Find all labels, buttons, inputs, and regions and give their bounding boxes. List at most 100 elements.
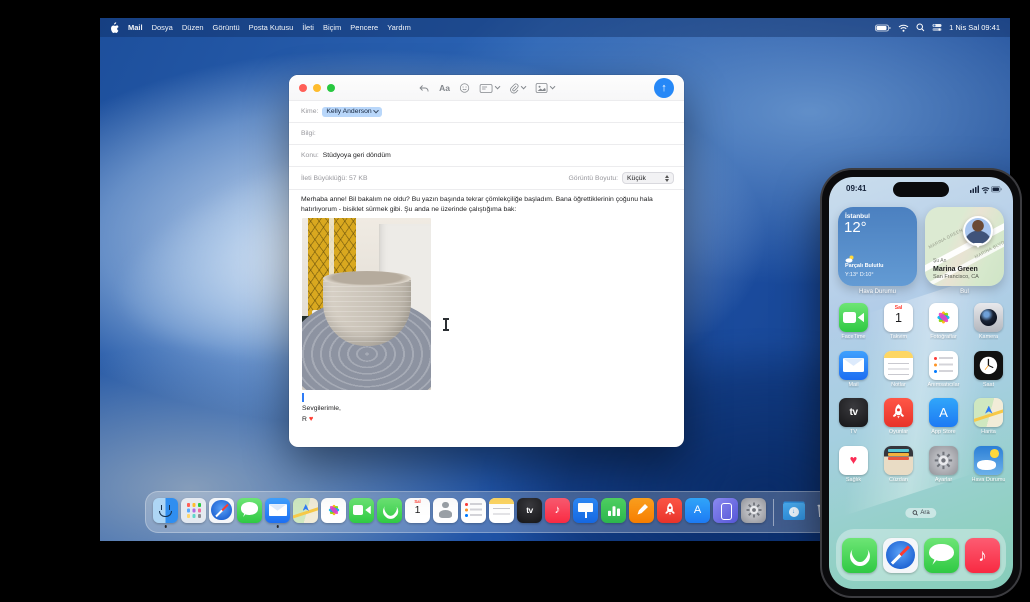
iphone-dock-music[interactable]: ♪ [965,538,1000,573]
subject-field[interactable]: Konu: Stüdyoya geri döndüm [289,145,684,167]
iphone-app-settings[interactable]: Ayarlar [921,446,966,494]
dock-item-downloads[interactable] [781,496,806,529]
search-icon[interactable] [916,23,925,32]
attach-button[interactable] [510,83,526,94]
pages-icon [629,498,654,523]
menubar-item-4[interactable]: Posta Kutusu [249,23,294,32]
weather-widget[interactable]: İstanbul 12° Parçalı Bulutlu Y:13° D:10° [838,207,917,286]
dock-item-messages[interactable] [237,496,262,529]
dock-item-finder[interactable] [153,496,178,529]
spotlight-search-pill[interactable]: Ara [905,508,936,518]
menubar-clock[interactable]: 1 Nis Sal 09:41 [949,23,1000,32]
mail-toolbar: Aa ↑ [289,75,684,101]
iphone-app-games[interactable]: Oyunlar [876,398,921,446]
minimize-button[interactable] [313,84,321,92]
insertion-caret [302,393,304,402]
header-fields-button[interactable] [480,84,500,93]
iphone-dock-messages[interactable] [924,538,959,573]
dock-item-appstore[interactable]: A [685,496,710,529]
dock-item-photos[interactable] [321,496,346,529]
running-indicator [276,525,279,528]
dock-item-music[interactable]: ♪ [545,496,570,529]
dock-item-phone[interactable] [377,496,402,529]
iphone-app-facetime[interactable]: FaceTime [831,303,876,351]
wifi-icon [982,188,989,194]
dock-item-contacts[interactable] [433,496,458,529]
iphone-app-wallet[interactable]: Cüzdan [876,446,921,494]
stepper-arrows-icon [665,175,669,182]
message-body-text[interactable]: Merhaba anne! Bil bakalım ne oldu? Bu ya… [301,195,672,214]
menubar-item-8[interactable]: Yardım [387,23,411,32]
menubar-status-area: 1 Nis Sal 09:41 [875,23,1000,32]
iphone-app-health[interactable]: ♥Sağlık [831,446,876,494]
iphone-mirroring-icon [713,498,738,523]
wallet-icon [884,446,913,475]
to-field[interactable]: Kime: Kelly Anderson [289,101,684,123]
cc-field[interactable]: Bilgi: [289,123,684,145]
emoji-icon[interactable] [460,83,470,93]
recipient-token[interactable]: Kelly Anderson [322,107,381,117]
facetime-icon [349,498,374,523]
iphone-app-weather[interactable]: Hava Durumu [966,446,1011,494]
iphone-app-reminders[interactable]: Anımsatıcılar [921,351,966,399]
iphone-app-appstore[interactable]: AApp Store [921,398,966,446]
iphone-app-mail[interactable]: Mail [831,351,876,399]
iphone-dock: ♪ [836,529,1006,581]
iphone-dock-phone[interactable] [842,538,877,573]
menubar-item-2[interactable]: Düzen [182,23,204,32]
menubar-item-5[interactable]: İleti [302,23,314,32]
close-button[interactable] [299,84,307,92]
mouse-cursor-ibeam [445,319,447,330]
signature-block[interactable]: Sevgilerimle, R ♥ [302,405,341,425]
menubar-item-1[interactable]: Dosya [152,23,173,32]
dock-item-pages[interactable] [629,496,654,529]
dock-item-iphone-mirroring[interactable] [713,496,738,529]
insert-media-button[interactable] [536,83,555,93]
app-label: Fotoğraflar [930,334,957,340]
iphone-app-photos[interactable]: Fotoğraflar [921,303,966,351]
dock-item-launchpad[interactable] [181,496,206,529]
dock-item-numbers[interactable] [601,496,626,529]
battery-icon[interactable] [875,24,891,32]
attached-photo[interactable] [302,218,431,390]
findmy-widget[interactable]: MARINA GREEN DR MARINA BLVD Şu An Marina… [925,207,1004,286]
dock-item-facetime[interactable] [349,496,374,529]
iphone-app-clock[interactable]: Saat [966,351,1011,399]
dock-item-maps[interactable] [293,496,318,529]
app-label: Mail [848,382,858,388]
dock-item-games[interactable] [657,496,682,529]
dock-item-mail[interactable] [265,496,290,529]
image-size-select[interactable]: Küçük [622,172,674,184]
iphone-app-notes[interactable]: Notlar [876,351,921,399]
dock-item-settings[interactable] [741,496,766,529]
apple-menu-icon[interactable] [110,22,119,33]
dock-item-tv[interactable]: tv [517,496,542,529]
iphone-app-tv[interactable]: tvTV [831,398,876,446]
menubar-item-6[interactable]: Biçim [323,23,341,32]
calendar-icon: Sal1 [884,303,913,332]
iphone-dock-safari[interactable] [883,538,918,573]
menubar-item-7[interactable]: Pencere [350,23,378,32]
dock-item-safari[interactable] [209,496,234,529]
iphone-app-camera[interactable]: Kamera [966,303,1011,351]
zoom-button[interactable] [327,84,335,92]
undo-icon[interactable] [418,84,429,93]
settings-icon [929,446,958,475]
dock-item-calendar[interactable]: Sal1 [405,496,430,529]
image-size-label: Görüntü Boyutu: [569,175,619,182]
iphone-clock: 09:41 [846,184,866,193]
findmy-widget-label: Bul [925,289,1004,295]
menubar-item-0[interactable]: Mail [128,23,143,32]
menubar-item-3[interactable]: Görüntü [213,23,240,32]
app-label: Harita [981,429,996,435]
control-center-icon[interactable] [932,23,942,32]
wifi-icon[interactable] [898,24,909,32]
iphone-app-calendar[interactable]: Sal1Takvim [876,303,921,351]
dock-item-keynote[interactable] [573,496,598,529]
format-button[interactable]: Aa [439,83,450,93]
iphone-app-maps[interactable]: Harita [966,398,1011,446]
send-button[interactable]: ↑ [654,78,674,98]
dock-item-reminders[interactable] [461,496,486,529]
dock-item-notes[interactable] [489,496,514,529]
safari-icon [209,498,234,523]
